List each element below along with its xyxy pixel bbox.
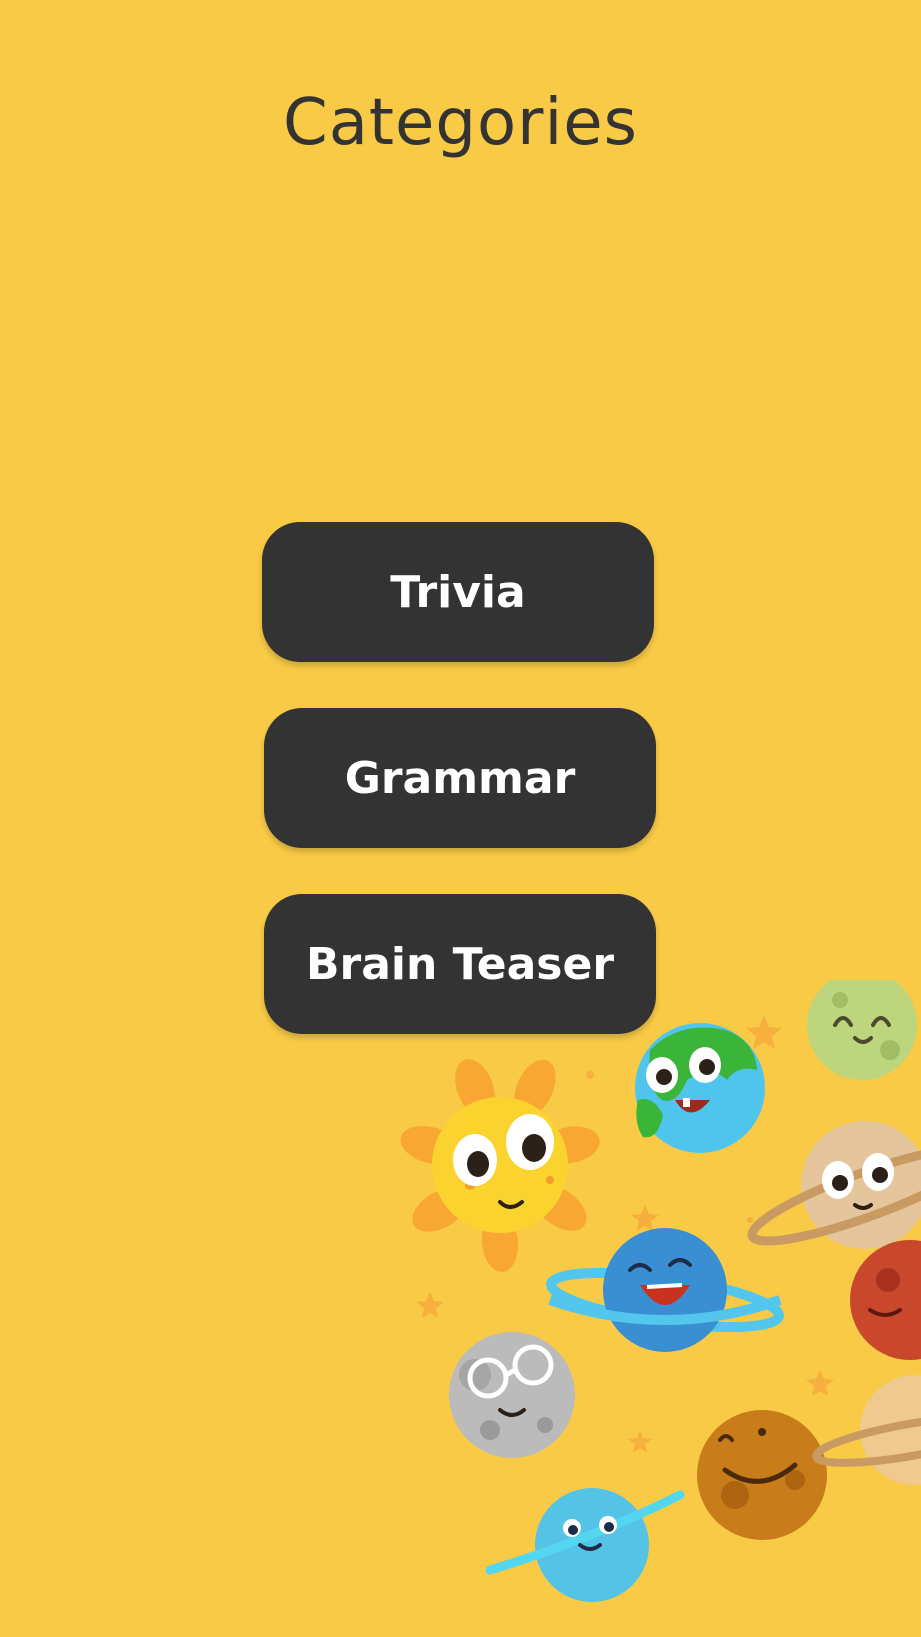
ringed-beige-planet-icon (747, 1121, 921, 1249)
cartoon-planets-illustration (400, 980, 921, 1602)
small-blue-ringed-planet-icon (485, 1488, 685, 1602)
grey-moon-glasses-icon (449, 1332, 575, 1458)
peach-ringed-planet-icon (812, 1375, 921, 1485)
grammar-button[interactable]: Grammar (264, 708, 656, 848)
brown-planet-icon (697, 1410, 827, 1540)
green-moon-icon (807, 980, 917, 1080)
red-planet-icon (850, 1240, 921, 1360)
trivia-button[interactable]: Trivia (262, 522, 654, 662)
blue-ringed-planet-icon (546, 1228, 784, 1352)
categories-screen: Categories Trivia Grammar Brain Teaser (0, 0, 921, 1637)
page-title: Categories (283, 86, 638, 160)
earth-planet-icon (635, 1023, 765, 1153)
sun-planet-icon (400, 1059, 600, 1272)
